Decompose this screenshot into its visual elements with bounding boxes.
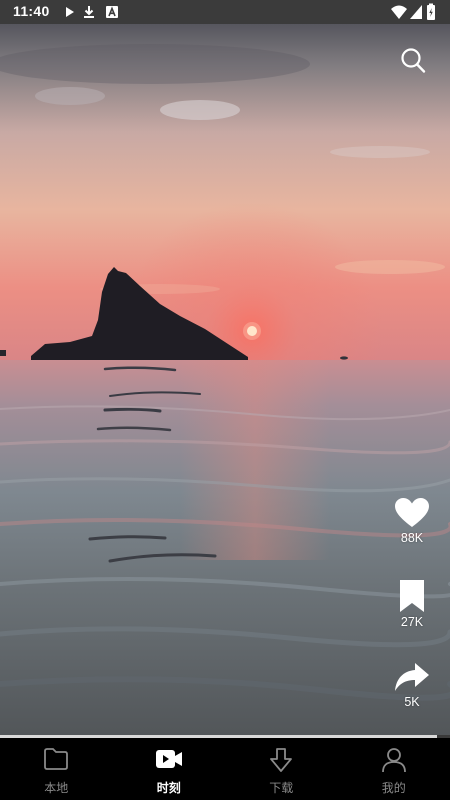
nav-label-me: 我的 [381,781,406,795]
search-icon[interactable] [398,46,428,76]
status-bar: 11:40 [0,0,450,24]
status-time: 11:40 [13,3,50,19]
battery-icon [427,3,435,20]
nav-item-local[interactable]: 本地 [0,738,113,800]
signal-icon [410,5,422,19]
favorite-button[interactable]: 27K [388,579,436,629]
app-screen: 11:40 88K 27K 5K 本地 时刻 下载 我的 [0,0,450,800]
folder-icon [44,748,69,770]
text-a-icon [106,6,118,18]
download-arrow-icon [270,748,293,772]
video-player[interactable] [0,24,450,736]
nav-item-me[interactable]: 我的 [338,738,450,800]
download-icon [84,6,94,18]
nav-item-moments[interactable]: 时刻 [113,738,226,800]
share-button[interactable]: 5K [388,661,436,709]
play-store-icon [66,7,74,17]
nav-item-download[interactable]: 下载 [225,738,338,800]
favorite-count: 27K [400,615,424,629]
like-count: 88K [400,531,424,545]
like-button[interactable]: 88K [388,497,436,545]
person-icon [381,748,406,773]
sunset-video-frame [0,24,450,736]
share-icon [395,663,429,691]
wifi-icon [391,5,407,19]
nav-label-download: 下载 [269,781,294,795]
video-icon [155,750,182,768]
bookmark-icon [400,580,424,612]
heart-icon [395,498,429,527]
share-count: 5K [404,695,420,709]
nav-label-local: 本地 [44,781,69,795]
nav-label-moments: 时刻 [156,781,181,795]
bottom-nav: 本地 时刻 下载 我的 [0,738,450,800]
